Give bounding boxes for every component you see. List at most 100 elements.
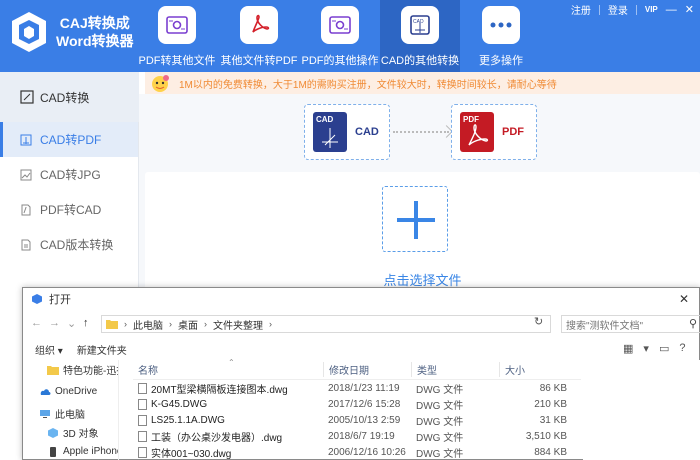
breadcrumb-item[interactable]: 文件夹整理 (213, 317, 263, 332)
file-type: DWG 文件 (416, 400, 464, 412)
dialog-title: 打开 (49, 294, 71, 306)
nav-label: 其他文件转PDF (220, 55, 298, 67)
organize-menu[interactable]: 组织 ▾ (35, 342, 63, 357)
file-size: 31 KB (539, 414, 567, 426)
3d-objects-icon (48, 427, 58, 438)
sidebar-header-label: CAD转换 (40, 90, 90, 105)
vip-badge[interactable]: VIP (645, 5, 658, 14)
pdf-acrobat-icon (240, 6, 278, 44)
file-type: DWG 文件 (416, 432, 464, 444)
tree-item-label: OneDrive (55, 386, 98, 397)
nav-other-to-pdf[interactable]: 其他文件转PDF (219, 0, 299, 72)
open-file-dialog: 打开 ✕ ← → ⌄ ↑ › 此电脑 › 桌面 › 文件夹整理 › ↻ 搜索"测… (22, 287, 700, 460)
top-bar: CAJ转换成 Word转换器 PDF转其他文件 其他文件转PDF PDF的其他操… (0, 0, 700, 72)
breadcrumb-item[interactable]: 桌面 (178, 317, 198, 332)
divider (635, 4, 637, 15)
nav-more[interactable]: 更多操作 (461, 0, 541, 72)
breadcrumb-separator: › (269, 319, 272, 329)
breadcrumb-separator: › (169, 319, 172, 329)
minimize-icon[interactable]: — (666, 4, 677, 16)
close-window-icon[interactable]: ✕ (685, 3, 694, 16)
recent-chevron-icon[interactable]: ⌄ (67, 317, 76, 330)
search-input[interactable]: 搜索"测软件文档" ⚲ (561, 315, 700, 333)
register-link[interactable]: 注册 (571, 2, 591, 17)
column-date[interactable]: 修改日期 (323, 362, 411, 377)
main-panel: CAD CAD PDF PDF 点击选择文件 (139, 94, 700, 294)
breadcrumb-separator: › (124, 319, 127, 329)
pdf-settings-icon (321, 6, 359, 44)
sidebar-item-cad-to-jpg[interactable]: CAD转JPG (0, 157, 138, 192)
tree-item[interactable]: 3D 对象 (23, 423, 118, 442)
column-headers: 名称 修改日期 类型 大小 (133, 360, 581, 380)
convert-arrow-icon (393, 131, 449, 133)
pdf-gear-icon (158, 6, 196, 44)
nav-pdf-to-other[interactable]: PDF转其他文件 (137, 0, 217, 72)
search-icon: ⚲ (688, 318, 697, 330)
sidebar-item-cad-to-pdf[interactable]: CAD转PDF (0, 122, 138, 157)
preview-pane-icon[interactable]: ▭ (659, 342, 669, 355)
notice-text: 1M以内的免费转换，大于1M的需购买注册，文件较大时，转换时间较长，请耐心等待 (179, 79, 557, 91)
login-link[interactable]: 登录 (608, 2, 628, 17)
back-icon[interactable]: ← (31, 317, 42, 329)
svg-text:CAD: CAD (413, 19, 424, 25)
sidebar-item-label: CAD转PDF (40, 133, 102, 147)
pdf-file-icon (21, 204, 31, 215)
sidebar-item-cad-version[interactable]: CAD版本转换 (0, 227, 138, 262)
file-date: 2005/10/13 2:59 (328, 414, 401, 426)
view-mode-icon[interactable]: ▦ (623, 342, 633, 355)
version-file-icon (21, 239, 31, 250)
breadcrumb-item[interactable]: 此电脑 (133, 317, 163, 332)
nav-cad-other[interactable]: CAD CAD的其他转换 (380, 0, 460, 72)
column-size[interactable]: 大小 (499, 362, 581, 377)
column-name[interactable]: 名称 (133, 362, 323, 377)
refresh-icon[interactable]: ↻ (534, 315, 543, 328)
file-icon (138, 430, 147, 442)
sidebar-item-pdf-to-cad[interactable]: PDF转CAD (0, 192, 138, 227)
tree-item-label: 3D 对象 (63, 429, 99, 440)
file-name: 实体001~030.dwg (151, 448, 232, 460)
file-row[interactable]: K-G45.DWG 2017/12/6 15:28 DWG 文件 210 KB (133, 396, 581, 412)
app-logo-icon (12, 12, 46, 52)
folder-icon (106, 320, 118, 329)
dialog-titlebar: 打开 (23, 288, 699, 310)
file-row[interactable]: 实体001~030.dwg 2006/12/16 10:26 DWG 文件 88… (133, 444, 581, 460)
computer-icon (40, 409, 50, 418)
notice-banner: 1M以内的免费转换，大于1M的需购买注册，文件较大时，转换时间较长，请耐心等待 (145, 72, 700, 94)
file-row[interactable]: LS25.1.1A.DWG 2005/10/13 2:59 DWG 文件 31 … (133, 412, 581, 428)
tree-item[interactable]: Apple iPhone (23, 442, 118, 460)
tree-item[interactable]: 特色功能-迅捷 (23, 360, 118, 379)
file-row[interactable]: 工装（办公桌沙发电器）.dwg 2018/6/7 19:19 DWG 文件 3,… (133, 428, 581, 444)
plus-icon-vertical (414, 201, 418, 239)
search-placeholder: 搜索"测软件文档" (566, 320, 644, 332)
breadcrumb-separator: › (204, 319, 207, 329)
up-icon[interactable]: ↑ (83, 317, 89, 329)
new-folder-button[interactable]: 新建文件夹 (77, 342, 127, 357)
view-controls: ▦ ▾ ▭ ? (623, 342, 685, 355)
app-title-line2: Word转换器 (56, 33, 134, 49)
forward-icon[interactable]: → (49, 317, 60, 329)
file-name: LS25.1.1A.DWG (151, 414, 225, 426)
more-dots-icon (482, 6, 520, 44)
file-type: DWG 文件 (416, 416, 464, 428)
app-title: CAJ转换成 Word转换器 (56, 14, 134, 50)
dialog-close-icon[interactable]: ✕ (679, 292, 689, 306)
file-drop-zone[interactable]: 点击选择文件 (145, 172, 700, 292)
nav-pdf-other-ops[interactable]: PDF的其他操作 (300, 0, 380, 72)
file-size: 86 KB (539, 382, 567, 394)
view-dropdown-icon[interactable]: ▾ (643, 342, 649, 355)
address-bar[interactable]: › 此电脑 › 桌面 › 文件夹整理 › (101, 315, 551, 333)
tree-item[interactable]: 此电脑 (23, 404, 118, 423)
tree-item[interactable]: OneDrive (23, 382, 118, 401)
column-type[interactable]: 类型 (411, 362, 499, 377)
nav-label: PDF转其他文件 (138, 55, 216, 67)
file-list: 名称 修改日期 类型 大小 20MT型梁横隔板连接图本.dwg 2018/1/2… (133, 360, 581, 460)
file-size: 884 KB (534, 446, 567, 458)
mascot-icon (152, 75, 169, 92)
help-icon[interactable]: ? (679, 342, 685, 355)
add-file-button[interactable] (382, 186, 448, 252)
navigation-pane: 特色功能-迅捷 OneDrive 此电脑 3D 对象 Apple iPhone (23, 360, 119, 460)
divider (598, 4, 600, 15)
file-row[interactable]: 20MT型梁横隔板连接图本.dwg 2018/1/23 11:19 DWG 文件… (133, 380, 581, 396)
file-date: 2018/6/7 19:19 (328, 430, 395, 442)
cad-convert-icon (20, 90, 34, 104)
